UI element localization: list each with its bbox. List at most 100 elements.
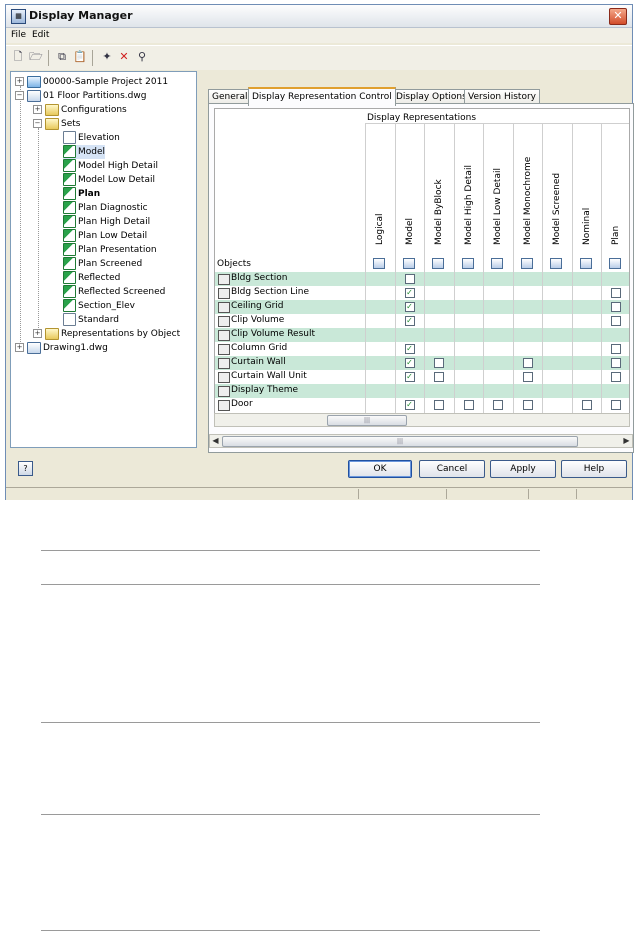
checkbox-unchecked[interactable] — [611, 344, 621, 354]
table-row[interactable]: Curtain Wall Unit ✓ — [215, 370, 629, 384]
table-row[interactable]: Clip Volume ✓ — [215, 314, 629, 328]
purge-icon[interactable]: ⚲ — [135, 50, 149, 64]
table-row[interactable]: Clip Volume Result — [215, 328, 629, 342]
tree-item-set[interactable]: Reflected — [63, 271, 120, 285]
checkbox-unchecked[interactable] — [611, 358, 621, 368]
tree-item-sets[interactable]: − Sets — [33, 117, 80, 131]
new-display-icon[interactable]: ✦ — [100, 50, 114, 64]
checkbox-unchecked[interactable] — [522, 400, 533, 410]
expand-plus-icon[interactable]: + — [33, 329, 42, 338]
help-button[interactable]: Help — [561, 460, 627, 478]
apply-button[interactable]: Apply — [490, 460, 556, 478]
expand-plus-icon[interactable]: + — [15, 343, 24, 352]
tab-general[interactable]: General — [208, 89, 252, 104]
table-row[interactable]: Column Grid ✓ — [215, 342, 629, 356]
tree-item-drawing[interactable]: −01 Floor Partitions.dwg — [15, 89, 146, 103]
scroll-thumb[interactable]: ||| — [222, 436, 578, 447]
tree-item-drawing[interactable]: + Drawing1.dwg — [15, 341, 108, 355]
tab-version-history[interactable]: Version History — [464, 89, 540, 104]
checkbox-unchecked[interactable] — [434, 358, 444, 368]
checkbox-checked[interactable]: ✓ — [404, 358, 415, 368]
table-row[interactable]: Display Theme — [215, 384, 629, 398]
column-header[interactable]: Model Low Detail — [493, 168, 503, 245]
checkbox-checked[interactable]: ✓ — [404, 372, 415, 382]
checkbox-unchecked[interactable] — [434, 372, 444, 382]
scroll-thumb[interactable]: ||| — [327, 415, 407, 426]
tree-item-set[interactable]: Plan Screened — [63, 257, 142, 271]
title-bar[interactable]: ▦ Display Manager ✕ — [6, 5, 632, 28]
tree-item-set[interactable]: Model Low Detail — [63, 173, 155, 187]
checkbox-checked[interactable]: ✓ — [404, 316, 415, 326]
checkbox-unchecked[interactable] — [434, 400, 444, 410]
tab-display-options[interactable]: Display Options — [392, 89, 471, 104]
checkbox-unchecked[interactable] — [522, 372, 533, 382]
representation-grid[interactable]: Display Representations Objects Logical M… — [214, 108, 630, 414]
collapse-minus-icon[interactable]: − — [33, 119, 42, 128]
scroll-right-icon[interactable]: ▶ — [621, 435, 632, 446]
checkbox-checked[interactable]: ✓ — [404, 302, 415, 312]
checkbox-unchecked[interactable] — [611, 288, 621, 298]
column-header[interactable]: Model Screened — [552, 173, 562, 245]
grid-horizontal-scrollbar[interactable]: ||| — [214, 413, 630, 427]
tree-item-configurations[interactable]: + Configurations — [33, 103, 127, 117]
new-icon[interactable]: 🗋 — [11, 50, 25, 64]
checkbox-unchecked[interactable] — [611, 302, 621, 312]
checkbox-unchecked[interactable] — [581, 400, 592, 410]
copy-icon[interactable]: ⧉ — [55, 50, 69, 64]
collapse-minus-icon[interactable]: − — [15, 91, 24, 100]
checkbox-checked[interactable]: ✓ — [404, 344, 415, 354]
checkbox-unchecked[interactable] — [493, 400, 503, 410]
column-header[interactable]: Nominal — [582, 208, 592, 245]
tree-item-set[interactable]: Plan Low Detail — [63, 229, 147, 243]
tree-item-set[interactable]: Standard — [63, 313, 119, 327]
context-help-icon[interactable]: ? — [18, 461, 33, 476]
tree-item-set[interactable]: Plan Diagnostic — [63, 201, 148, 215]
tree-item-representations[interactable]: + Representations by Object — [33, 327, 180, 341]
tree-item-set[interactable]: Elevation — [63, 131, 120, 145]
display-set-active-icon — [63, 243, 76, 256]
tree-item-set[interactable]: Section_Elev — [63, 299, 135, 313]
checkbox-unchecked[interactable] — [611, 372, 621, 382]
expand-plus-icon[interactable]: + — [15, 77, 24, 86]
group-header: Display Representations — [367, 113, 477, 123]
column-header[interactable]: Plan — [611, 226, 621, 245]
table-row[interactable]: Door ✓ — [215, 398, 629, 412]
column-header[interactable]: Model — [405, 218, 415, 245]
menu-file[interactable]: File — [11, 30, 26, 40]
tree-item-set[interactable]: Plan — [63, 187, 100, 201]
table-row[interactable]: Curtain Wall ✓ — [215, 356, 629, 370]
cancel-button[interactable]: Cancel — [419, 460, 485, 478]
column-header[interactable]: Model High Detail — [464, 165, 474, 245]
ok-button[interactable]: OK — [348, 460, 412, 478]
delete-icon[interactable]: ✕ — [117, 50, 131, 64]
representation-icon — [373, 258, 385, 269]
tree-item-set[interactable]: Model High Detail — [63, 159, 158, 173]
tree-item-project[interactable]: +00000-Sample Project 2011 — [15, 75, 168, 89]
checkbox-unchecked[interactable] — [611, 316, 621, 326]
tree-item-set[interactable]: Plan Presentation — [63, 243, 157, 257]
column-header[interactable]: Model ByBlock — [434, 179, 444, 245]
checkbox-unchecked[interactable] — [463, 400, 474, 410]
close-button[interactable]: ✕ — [609, 8, 627, 25]
checkbox-checked[interactable]: ✓ — [404, 288, 415, 298]
tree-item-set[interactable]: Reflected Screened — [63, 285, 165, 299]
tree-item-set-selected[interactable]: Model — [63, 145, 106, 159]
tree-item-set[interactable]: Plan High Detail — [63, 215, 150, 229]
scroll-left-icon[interactable]: ◀ — [210, 435, 221, 446]
paste-icon[interactable]: 📋 — [73, 50, 87, 64]
expand-plus-icon[interactable]: + — [33, 105, 42, 114]
panel-horizontal-scrollbar[interactable]: ◀ ||| ▶ — [209, 434, 633, 448]
table-row[interactable]: Bldg Section Line ✓ — [215, 286, 629, 300]
tab-display-representation-control[interactable]: Display Representation Control — [248, 87, 396, 106]
checkbox-unchecked[interactable] — [404, 274, 415, 284]
tree-view[interactable]: +00000-Sample Project 2011 −01 Floor Par… — [10, 71, 197, 448]
table-row[interactable]: Ceiling Grid ✓ — [215, 300, 629, 314]
menu-edit[interactable]: Edit — [32, 30, 49, 40]
checkbox-unchecked[interactable] — [611, 400, 621, 410]
column-header[interactable]: Model Monochrome — [523, 157, 533, 245]
column-header[interactable]: Logical — [375, 213, 385, 245]
table-row[interactable]: Bldg Section — [215, 272, 629, 286]
checkbox-checked[interactable]: ✓ — [404, 400, 415, 410]
checkbox-unchecked[interactable] — [522, 358, 533, 368]
open-icon[interactable]: 🗁 — [29, 50, 43, 64]
